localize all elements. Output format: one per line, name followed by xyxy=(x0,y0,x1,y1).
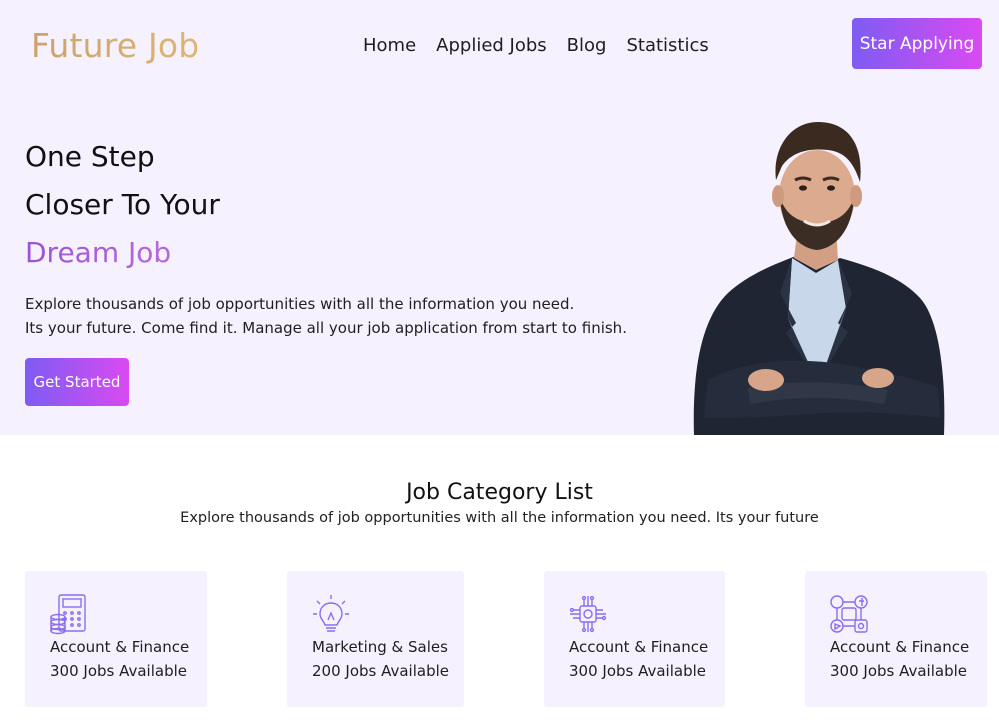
calculator-icon xyxy=(50,594,86,635)
category-count: 300 Jobs Available xyxy=(50,662,187,680)
category-count: 200 Jobs Available xyxy=(312,662,449,680)
category-card-account-finance[interactable]: Account & Finance 300 Jobs Available xyxy=(25,571,207,707)
hero-heading-highlight: Dream Job xyxy=(25,236,172,269)
social-media-icon xyxy=(830,595,868,633)
category-card-account-finance-3[interactable]: Account & Finance 300 Jobs Available xyxy=(805,571,987,707)
hero-heading-line-1: One Step xyxy=(25,140,155,173)
hero-description-line-1: Explore thousands of job opportunities w… xyxy=(25,295,575,313)
category-name: Marketing & Sales xyxy=(312,638,448,656)
hero-person-image xyxy=(693,122,945,435)
category-name: Account & Finance xyxy=(569,638,709,656)
nav-applied-jobs[interactable]: Applied Jobs xyxy=(436,35,547,56)
get-started-button[interactable]: Get Started xyxy=(25,358,129,406)
nav-blog[interactable]: Blog xyxy=(567,35,607,56)
star-applying-button[interactable]: Star Applying xyxy=(852,18,982,69)
brand-logo[interactable]: Future Job xyxy=(31,26,199,65)
category-card-marketing-sales[interactable]: Marketing & Sales 200 Jobs Available xyxy=(287,571,464,707)
hero-description: Explore thousands of job opportunities w… xyxy=(25,292,627,340)
category-count: 300 Jobs Available xyxy=(569,662,706,680)
hero-description-line-2: Its your future. Come find it. Manage al… xyxy=(25,319,627,337)
lightbulb-icon xyxy=(313,595,349,632)
category-section-subtitle: Explore thousands of job opportunities w… xyxy=(180,510,819,526)
main-nav: Home Applied Jobs Blog Statistics xyxy=(363,35,709,56)
hero-heading-line-2: Closer To Your xyxy=(25,188,220,221)
category-count: 300 Jobs Available xyxy=(830,662,967,680)
category-card-account-finance-2[interactable]: Account & Finance 300 Jobs Available xyxy=(544,571,725,707)
category-section-title: Job Category List xyxy=(406,480,593,505)
nav-home[interactable]: Home xyxy=(363,35,416,56)
chip-icon xyxy=(569,595,607,633)
nav-statistics[interactable]: Statistics xyxy=(626,35,708,56)
category-name: Account & Finance xyxy=(50,638,190,656)
category-name: Account & Finance xyxy=(830,638,970,656)
